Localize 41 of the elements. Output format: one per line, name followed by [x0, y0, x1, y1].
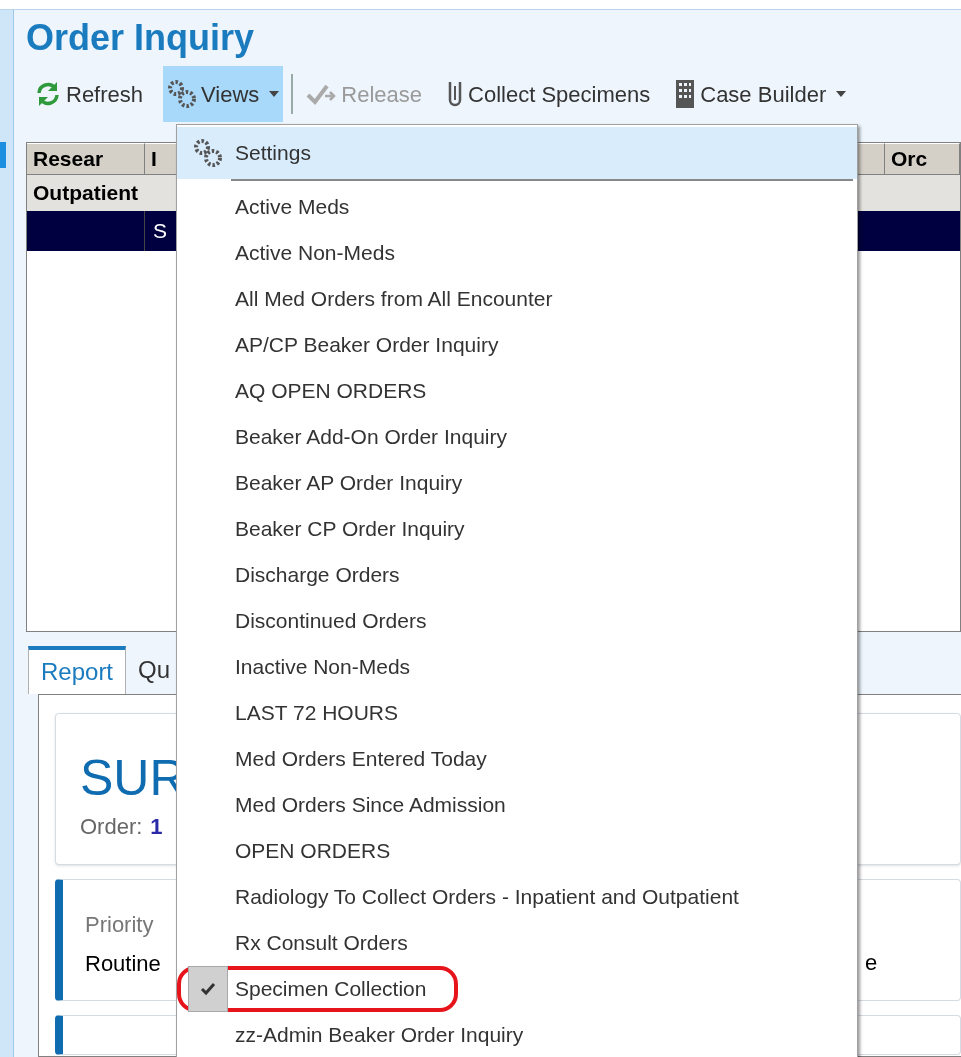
menu-item[interactable]: Rx Consult Orders [177, 920, 857, 966]
menu-item[interactable]: LAST 72 HOURS [177, 690, 857, 736]
order-label: Order: [80, 813, 143, 841]
menu-item[interactable]: All Med Orders from All Encounter [177, 276, 857, 322]
menu-item[interactable]: Discontinued Orders [177, 598, 857, 644]
menu-item[interactable]: Discharge Orders [177, 552, 857, 598]
column-header[interactable]: Resear [27, 143, 145, 174]
menu-item[interactable]: Settings [177, 127, 857, 179]
menu-item[interactable]: Med Orders Since Admission [177, 782, 857, 828]
field-value: Routine [85, 950, 161, 978]
toolbar-button[interactable]: Views [163, 66, 284, 122]
order-number: 1 [150, 813, 163, 841]
menu-item[interactable]: Specimen Collection [177, 966, 857, 1012]
column-header[interactable]: Orc [885, 143, 960, 174]
menu-item[interactable]: Beaker Add-On Order Inquiry [177, 414, 857, 460]
menu-item[interactable]: zz-Admin Beaker Order Inquiry [177, 1012, 857, 1057]
menu-item[interactable]: Med Orders Entered Today [177, 736, 857, 782]
menu-item[interactable]: Inactive Non-Meds [177, 644, 857, 690]
checkmark-icon [188, 966, 228, 1012]
field-label: Priority [85, 911, 155, 939]
gears-icon [167, 79, 198, 109]
toolbar-button[interactable]: Case Builder [670, 66, 851, 122]
tab[interactable]: Report [28, 646, 127, 694]
menu-item[interactable]: Beaker AP Order Inquiry [177, 460, 857, 506]
menu-item[interactable]: Radiology To Collect Orders - Inpatient and Outpatient [177, 874, 857, 920]
building-icon [674, 79, 697, 109]
field-value: e [865, 949, 878, 977]
page-title: Order Inquiry [26, 16, 255, 60]
menu-item[interactable]: Beaker CP Order Inquiry [177, 506, 857, 552]
menu-item[interactable]: AQ OPEN ORDERS [177, 368, 857, 414]
refresh-icon [34, 80, 62, 108]
menu-item[interactable]: OPEN ORDERS [177, 828, 857, 874]
group-row-text: Outpatient [33, 180, 138, 207]
menu-item[interactable]: AP/CP Beaker Order Inquiry [177, 322, 857, 368]
toolbar-button[interactable]: Collect Specimens [442, 66, 655, 122]
menu-item[interactable]: Active Meds [177, 184, 857, 230]
gears-icon [193, 138, 223, 168]
window-edge [0, 142, 6, 168]
table-cell-text: S [152, 218, 167, 245]
menu-item[interactable]: Active Non-Meds [177, 230, 857, 276]
toolbar-button[interactable]: Refresh [30, 66, 148, 122]
